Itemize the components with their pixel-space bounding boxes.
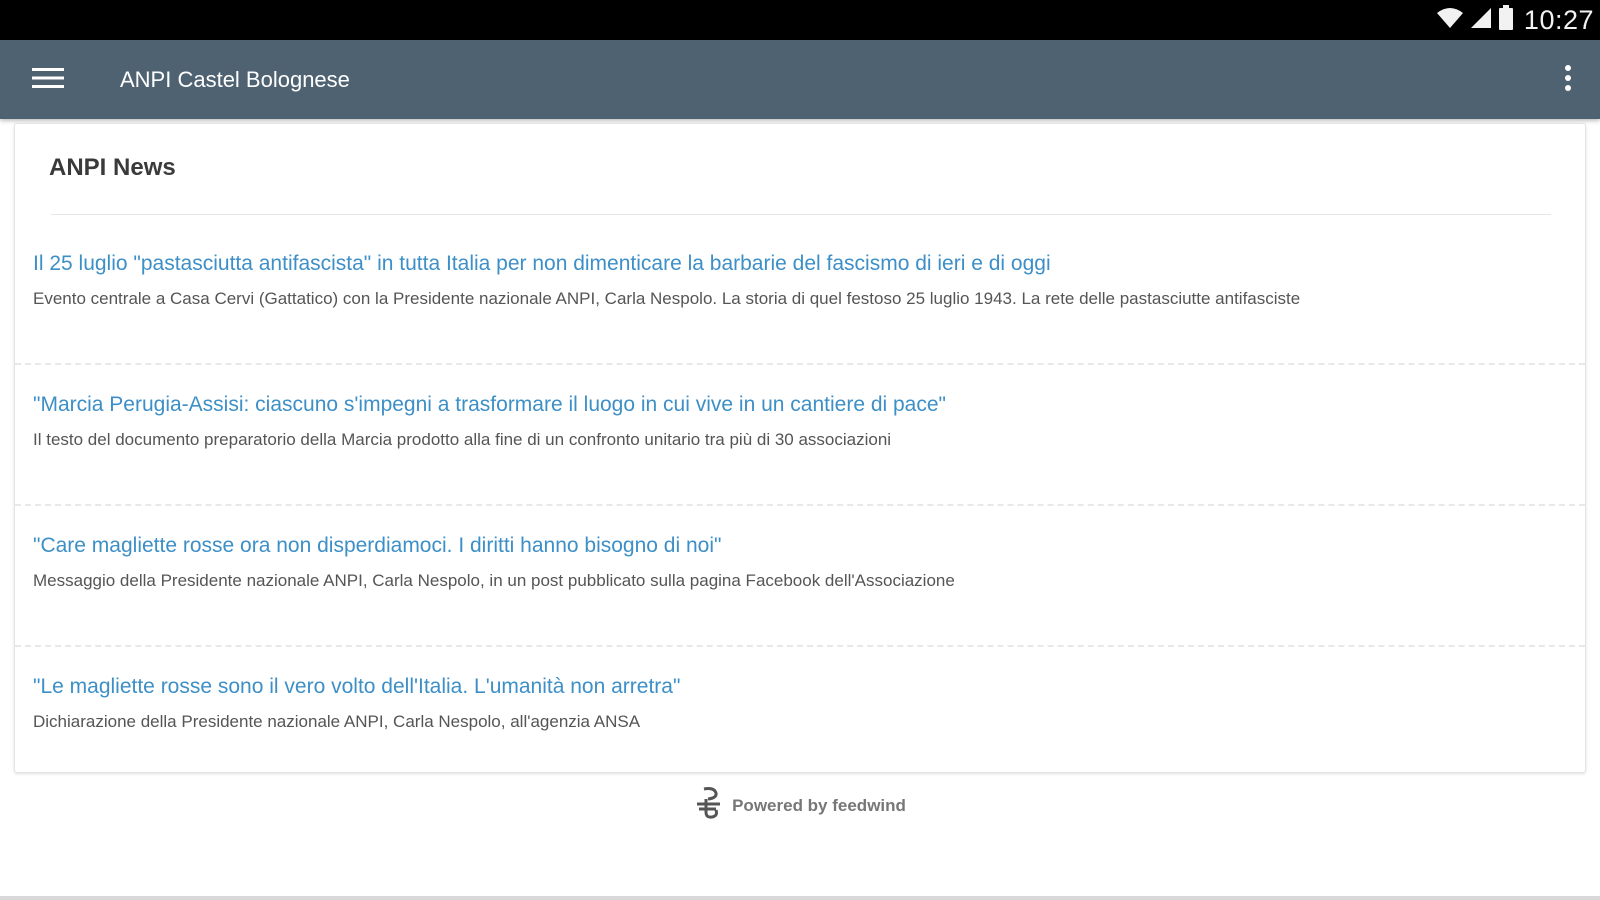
feed-card: ANPI News Il 25 luglio "pastasciutta ant…: [14, 123, 1586, 773]
news-item-description: Messaggio della Presidente nazionale ANP…: [33, 571, 955, 590]
news-item-description: Dichiarazione della Presidente nazionale…: [33, 712, 641, 731]
news-item: Il 25 luglio "pastasciutta antifascista"…: [15, 224, 1585, 365]
app-bar: ANPI Castel Bolognese: [0, 40, 1600, 119]
bottom-divider: [0, 896, 1600, 900]
battery-icon: [1498, 4, 1514, 36]
cell-signal-icon: [1470, 6, 1492, 35]
status-icons: 10:27: [1436, 0, 1594, 40]
news-item-title-link[interactable]: "Marcia Perugia-Assisi: ciascuno s'impeg…: [33, 393, 1567, 417]
feed-divider: [51, 214, 1551, 215]
news-item-description: Il testo del documento preparatorio dell…: [33, 430, 892, 449]
news-item: "Le magliette rosse sono il vero volto d…: [15, 647, 1585, 788]
news-list: Il 25 luglio "pastasciutta antifascista"…: [15, 224, 1585, 788]
app-title: ANPI Castel Bolognese: [120, 67, 350, 92]
powered-by-link[interactable]: Powered by feedwind: [0, 786, 1600, 825]
news-item-description: Evento centrale a Casa Cervi (Gattatico)…: [33, 289, 1301, 308]
overflow-menu-button[interactable]: [1552, 60, 1584, 100]
news-item-title-link[interactable]: "Le magliette rosse sono il vero volto d…: [33, 675, 1567, 699]
news-item-title-link[interactable]: "Care magliette rosse ora non disperdiam…: [33, 534, 1567, 558]
more-vertical-icon: [1564, 64, 1572, 97]
powered-by-text: Powered by feedwind: [732, 795, 906, 815]
wifi-icon: [1436, 6, 1464, 35]
news-item: "Care magliette rosse ora non disperdiam…: [15, 506, 1585, 647]
hamburger-menu-icon: [32, 66, 64, 95]
status-bar: 10:27: [0, 0, 1600, 40]
news-item: "Marcia Perugia-Assisi: ciascuno s'impeg…: [15, 365, 1585, 506]
feedwind-logo-icon: [694, 786, 724, 825]
menu-button[interactable]: [24, 60, 72, 100]
news-item-title-link[interactable]: Il 25 luglio "pastasciutta antifascista"…: [33, 252, 1567, 276]
feed-title: ANPI News: [49, 154, 176, 181]
status-time: 10:27: [1523, 4, 1594, 35]
